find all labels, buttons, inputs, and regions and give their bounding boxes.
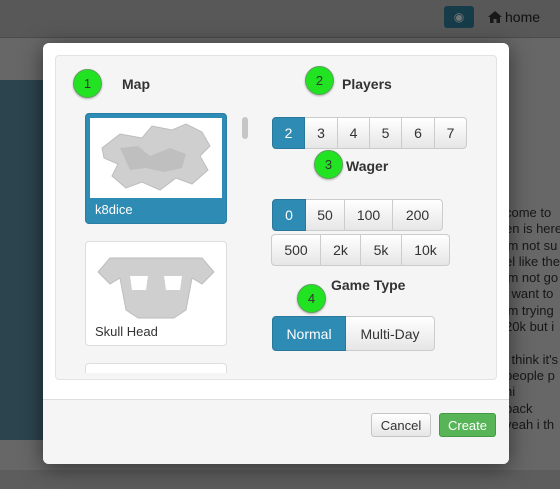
wager-option-200[interactable]: 200 xyxy=(393,199,443,231)
map-list-scrollbar[interactable] xyxy=(242,113,249,373)
skull-head-map-thumbnail xyxy=(90,246,222,326)
wager-title: Wager xyxy=(346,158,389,174)
new-game-modal: 1 Map k8dice Skull Head 2 Players 2 3 4 … xyxy=(43,43,509,464)
map-item-skull-head[interactable]: Skull Head xyxy=(85,241,227,346)
game-type-title: Game Type xyxy=(331,277,406,293)
players-option-5[interactable]: 5 xyxy=(370,117,402,149)
game-type-normal[interactable]: Normal xyxy=(272,316,346,351)
step-badge-3: 3 xyxy=(314,150,343,179)
wager-option-50[interactable]: 50 xyxy=(306,199,345,231)
wager-row-1: 0 50 100 200 xyxy=(272,199,443,231)
wager-row-2: 500 2k 5k 10k xyxy=(271,234,450,266)
players-option-4[interactable]: 4 xyxy=(338,117,370,149)
players-title: Players xyxy=(342,76,392,92)
players-option-3[interactable]: 3 xyxy=(305,117,338,149)
wager-option-500[interactable]: 500 xyxy=(271,234,321,266)
map-title: Map xyxy=(122,76,150,92)
map-item-k8dice[interactable]: k8dice xyxy=(85,113,227,224)
step-badge-1: 1 xyxy=(73,69,102,98)
modal-body: 1 Map k8dice Skull Head 2 Players 2 3 4 … xyxy=(55,55,497,380)
map-item-partial[interactable] xyxy=(85,363,227,373)
wager-option-100[interactable]: 100 xyxy=(345,199,393,231)
wager-option-2k[interactable]: 2k xyxy=(321,234,361,266)
wager-option-0[interactable]: 0 xyxy=(272,199,306,231)
players-button-group: 2 3 4 5 6 7 xyxy=(272,117,467,149)
scrollbar-thumb[interactable] xyxy=(242,117,248,139)
game-type-button-group: Normal Multi-Day xyxy=(272,316,435,351)
create-button[interactable]: Create xyxy=(439,413,496,437)
k8dice-map-thumbnail xyxy=(90,118,222,198)
cancel-button[interactable]: Cancel xyxy=(371,413,431,437)
players-option-2[interactable]: 2 xyxy=(272,117,305,149)
wager-option-5k[interactable]: 5k xyxy=(361,234,402,266)
map-list[interactable]: k8dice Skull Head xyxy=(85,113,227,373)
step-badge-4: 4 xyxy=(297,284,326,313)
map-item-label: k8dice xyxy=(95,202,133,217)
step-badge-2: 2 xyxy=(305,66,334,95)
map-item-label: Skull Head xyxy=(95,324,158,339)
wager-option-10k[interactable]: 10k xyxy=(402,234,450,266)
players-option-7[interactable]: 7 xyxy=(435,117,467,149)
players-option-6[interactable]: 6 xyxy=(402,117,435,149)
game-type-multi-day[interactable]: Multi-Day xyxy=(346,316,435,351)
